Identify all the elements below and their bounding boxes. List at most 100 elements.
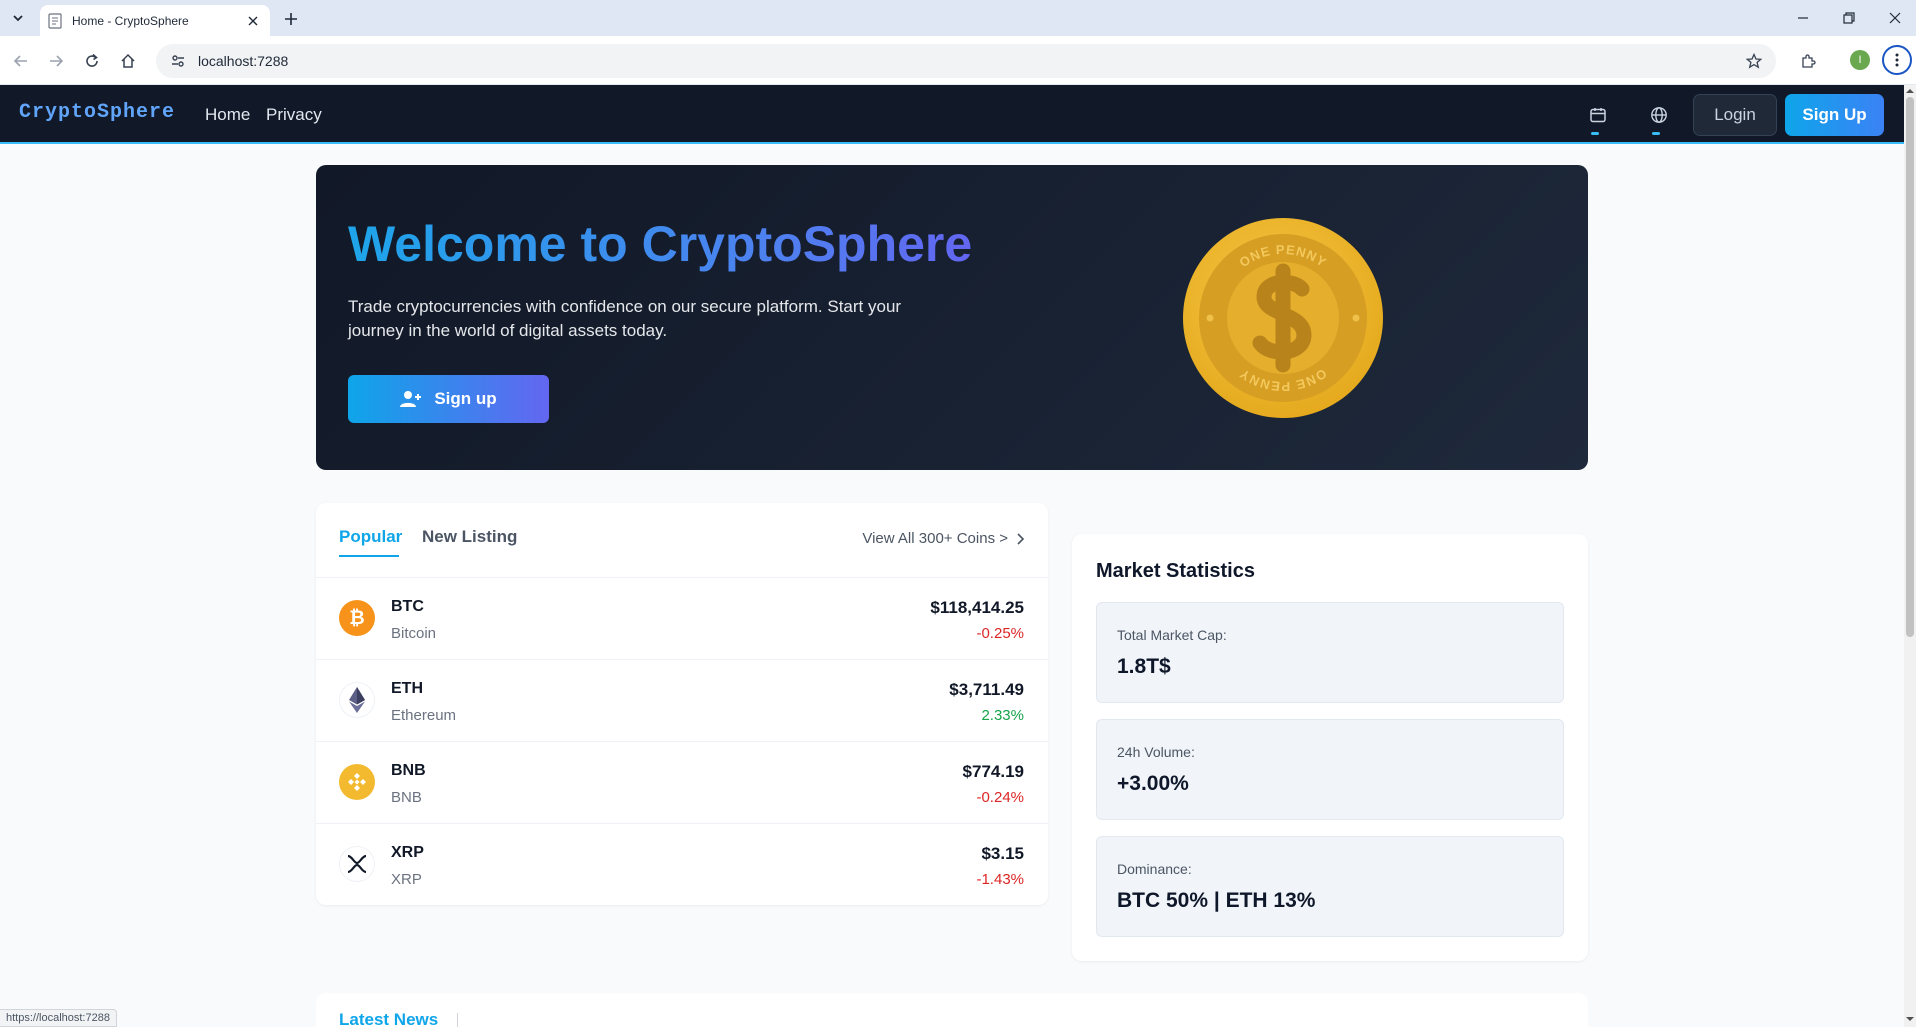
- coin-price: $774.19: [962, 762, 1024, 781]
- hero-signup-label: Sign up: [434, 389, 497, 408]
- user-plus-icon: [400, 391, 422, 407]
- xrp-logo-icon: [339, 846, 375, 882]
- close-icon: [1889, 12, 1901, 24]
- browser-toolbar: localhost:7288: [0, 36, 1916, 85]
- stats-title: Market Statistics: [1096, 560, 1255, 582]
- minimize-icon: [1798, 17, 1808, 19]
- calendar-indicator: [1591, 132, 1599, 135]
- svg-text:₿: ₿: [349, 607, 364, 629]
- bookmark-star-icon[interactable]: [1744, 51, 1764, 71]
- market-statistics-card: Market Statistics Total Market Cap: 1.8T…: [1072, 534, 1588, 961]
- calendar-icon: [1590, 108, 1606, 123]
- news-tab-separator: [457, 1013, 458, 1027]
- stat-total-market-cap: Total Market Cap: 1.8T$: [1096, 602, 1564, 703]
- more-vertical-icon: [1895, 53, 1899, 67]
- coin-row-eth[interactable]: ETH Ethereum $3,711.49 2.33%: [316, 660, 1048, 742]
- coin-list-card: Popular New Listing View All 300+ Coins …: [316, 503, 1048, 905]
- hero-signup-button[interactable]: Sign up: [348, 375, 549, 423]
- chevron-right-icon: [1017, 532, 1024, 545]
- latest-news-card: Latest News: [316, 993, 1588, 1027]
- active-tab-underline: [339, 555, 399, 557]
- address-bar[interactable]: localhost:7288: [156, 44, 1776, 78]
- site-navbar: CryptoSphere Home Privacy Login Sign Up: [0, 85, 1904, 144]
- stat-label: Dominance:: [1117, 861, 1192, 877]
- hero-subtitle: Trade cryptocurrencies with confidence o…: [348, 297, 902, 340]
- home-button[interactable]: [115, 48, 141, 74]
- scroll-down-arrow-icon[interactable]: [1906, 1015, 1914, 1023]
- stat-value: 1.8T$: [1117, 655, 1171, 678]
- language-button[interactable]: [1645, 101, 1673, 135]
- restore-window-button[interactable]: [1834, 6, 1864, 30]
- plus-icon: [285, 13, 297, 25]
- home-icon: [121, 53, 135, 68]
- coin-price: $118,414.25: [930, 598, 1024, 617]
- chevron-down-icon: [13, 15, 23, 22]
- coin-name: Bitcoin: [391, 625, 437, 642]
- browser-menu-button[interactable]: [1882, 45, 1912, 75]
- stat-value: BTC 50% | ETH 13%: [1117, 889, 1316, 912]
- back-button[interactable]: [8, 48, 34, 74]
- coin-price: $3,711.49: [949, 680, 1024, 699]
- minimize-window-button[interactable]: [1788, 6, 1818, 30]
- coin-price: $3.15: [981, 844, 1024, 863]
- tab-search-button[interactable]: [6, 6, 30, 30]
- globe-icon: [1651, 107, 1667, 123]
- calendar-button[interactable]: [1584, 101, 1612, 135]
- nav-link-privacy[interactable]: Privacy: [266, 105, 322, 125]
- ethereum-logo-icon: [339, 682, 375, 718]
- new-tab-button[interactable]: [280, 8, 302, 30]
- signup-nav-button[interactable]: Sign Up: [1785, 94, 1884, 136]
- close-window-button[interactable]: [1880, 6, 1910, 30]
- page-favicon-icon: [48, 12, 62, 29]
- coin-symbol: BNB: [391, 762, 426, 779]
- view-all-coins-link[interactable]: View All 300+ Coins >: [862, 530, 1024, 547]
- arrow-left-icon: [13, 55, 27, 67]
- coin-symbol: ETH: [391, 680, 423, 697]
- reload-button[interactable]: [79, 48, 105, 74]
- coin-name: BNB: [391, 789, 422, 806]
- stat-24h-volume: 24h Volume: +3.00%: [1096, 719, 1564, 820]
- coin-row-btc[interactable]: ₿ BTC Bitcoin $118,414.25 -0.25%: [316, 578, 1048, 660]
- url-text: localhost:7288: [198, 53, 289, 69]
- site-info-icon[interactable]: [170, 53, 186, 69]
- restore-icon: [1843, 12, 1855, 24]
- extensions-button[interactable]: [1795, 48, 1821, 74]
- hero-banner: Welcome to CryptoSphere Trade cryptocurr…: [316, 165, 1588, 470]
- brand-logo[interactable]: CryptoSphere: [19, 101, 175, 124]
- profile-avatar[interactable]: I: [1850, 50, 1870, 70]
- coin-row-xrp[interactable]: XRP XRP $3.15 -1.43%: [316, 824, 1048, 906]
- coin-row-bnb[interactable]: BNB BNB $774.19 -0.24%: [316, 742, 1048, 824]
- coin-change: -0.25%: [976, 625, 1024, 642]
- tab-title: Home - CryptoSphere: [72, 13, 189, 28]
- stat-label: 24h Volume:: [1117, 744, 1195, 760]
- tab-popular[interactable]: Popular: [339, 527, 402, 547]
- arrow-right-icon: [50, 55, 64, 67]
- browser-tab-active[interactable]: Home - CryptoSphere: [40, 5, 270, 36]
- login-button[interactable]: Login: [1693, 94, 1777, 136]
- view-all-label: View All 300+ Coins >: [862, 530, 1008, 547]
- stat-dominance: Dominance: BTC 50% | ETH 13%: [1096, 836, 1564, 937]
- scrollbar-thumb[interactable]: [1906, 97, 1914, 637]
- language-indicator: [1652, 132, 1660, 135]
- coin-change: -0.24%: [976, 789, 1024, 806]
- coin-symbol: XRP: [391, 844, 424, 861]
- bnb-logo-icon: [339, 764, 375, 800]
- nav-link-home[interactable]: Home: [205, 105, 250, 125]
- page-scrollbar[interactable]: [1904, 85, 1916, 1027]
- puzzle-icon: [1802, 54, 1816, 68]
- scroll-up-arrow-icon[interactable]: [1906, 87, 1914, 95]
- coin-change: 2.33%: [981, 707, 1024, 724]
- coin-name: Ethereum: [391, 707, 457, 724]
- hero-title: Welcome to CryptoSphere: [348, 216, 973, 272]
- tab-new-listing[interactable]: New Listing: [422, 527, 517, 547]
- stat-value: +3.00%: [1117, 772, 1189, 795]
- stat-label: Total Market Cap:: [1117, 627, 1227, 643]
- bitcoin-logo-icon: ₿: [339, 600, 375, 636]
- browser-tab-strip: Home - CryptoSphere: [0, 0, 1916, 36]
- forward-button[interactable]: [43, 48, 69, 74]
- coin-name: XRP: [391, 871, 422, 888]
- tab-latest-news[interactable]: Latest News: [339, 1010, 438, 1027]
- close-tab-icon[interactable]: [244, 12, 262, 30]
- reload-icon: [86, 53, 98, 67]
- status-bar-url: https://localhost:7288: [0, 1009, 117, 1027]
